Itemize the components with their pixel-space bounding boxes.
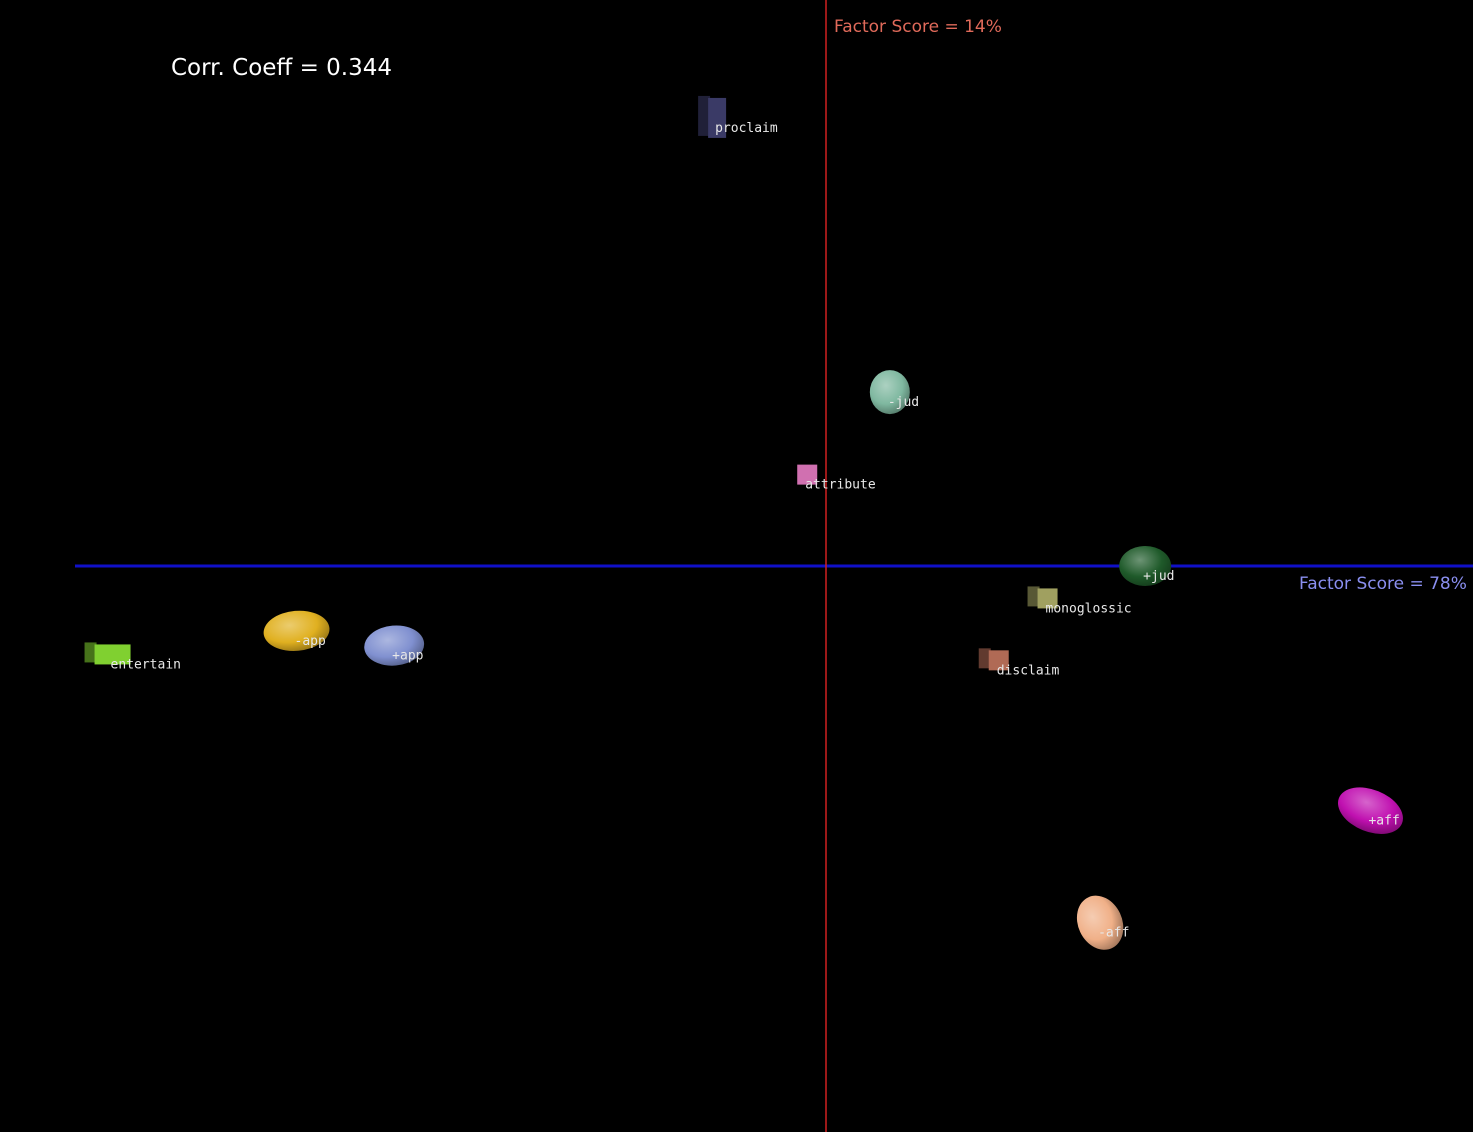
point-label-proclaim: proclaim: [715, 121, 778, 136]
chart-canvas: Corr. Coeff = 0.344 Factor Score = 14% F…: [0, 0, 1473, 1132]
point-label-disclaim: disclaim: [997, 663, 1060, 678]
point-label-minus-app: -app: [295, 634, 326, 649]
point-label-monoglossic: monoglossic: [1046, 601, 1132, 616]
data-points: proclaim -jud attribute +jud monoglossic disc…: [84, 95, 1403, 950]
point-minus-aff: [1076, 895, 1124, 950]
scatter-plot: proclaim -jud attribute +jud monoglossic disc…: [75, 0, 1473, 1132]
point-label-attribute: attribute: [805, 478, 876, 493]
point-label-plusminus-aff: +aff: [1368, 814, 1399, 829]
point-label-plusminus-app: +app: [392, 649, 423, 664]
point-label-entertain: entertain: [111, 657, 181, 672]
point-label-plusminus-jud: +jud: [1143, 569, 1174, 584]
point-plusminus-aff: [1337, 787, 1403, 834]
point-label-minus-aff: -aff: [1098, 926, 1129, 941]
point-label-minus-jud: -jud: [888, 395, 919, 410]
